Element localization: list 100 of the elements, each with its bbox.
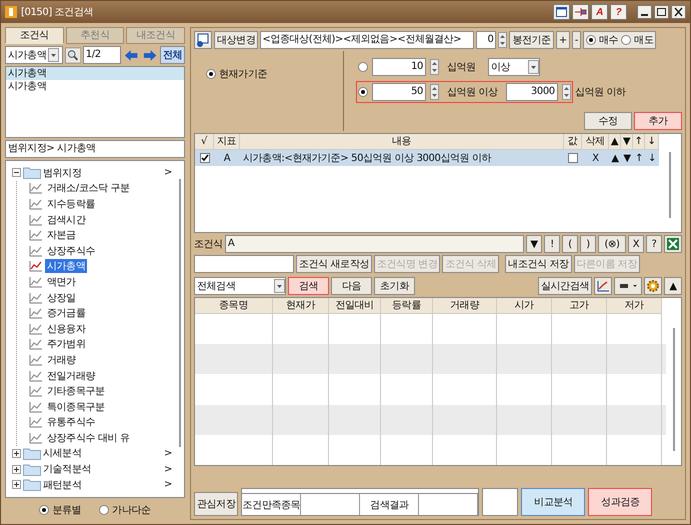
realtime-search-button[interactable]: 실시간검색 [538, 277, 592, 295]
collapse-icon[interactable] [12, 168, 21, 178]
operator-button[interactable]: (⊗) [598, 235, 626, 253]
spinner-icon[interactable] [430, 59, 439, 75]
compare-button[interactable]: 비교분석 [521, 488, 586, 516]
condition-dropdown[interactable]: 시가총액 [5, 46, 63, 64]
add-button[interactable]: 추가 [634, 112, 682, 130]
action-button[interactable]: 조건식 새로작성 [296, 255, 372, 273]
tree-folder[interactable]: 범위지정 [43, 166, 82, 180]
checkbox[interactable] [568, 153, 578, 163]
search-icon[interactable] [64, 46, 81, 64]
scrollbar[interactable] [179, 179, 181, 447]
chart-icon[interactable] [594, 277, 612, 295]
move-down-button[interactable]: ▼ [621, 150, 633, 166]
scope-dropdown[interactable]: 전체검색 [194, 277, 286, 295]
plus-button[interactable]: + [556, 31, 570, 49]
search-button[interactable]: 다음 [331, 277, 372, 295]
delete-button[interactable]: X [582, 150, 609, 166]
operator-button[interactable]: ▼ [526, 235, 542, 253]
radio-label[interactable]: 현재가기준 [219, 67, 268, 81]
move-top-button[interactable]: ↑ [633, 150, 645, 166]
tree-item[interactable]: 상장주식수 [45, 244, 98, 258]
tree-folder[interactable]: 패턴분석 [43, 478, 82, 492]
maximize-icon[interactable] [654, 5, 669, 19]
move-up-button[interactable]: ▲ [609, 150, 621, 166]
radio-button[interactable] [358, 87, 368, 97]
tree-folder[interactable]: 기술적분석 [43, 462, 92, 476]
pin-button[interactable] [572, 4, 589, 20]
list-item[interactable]: 시가총액 [6, 80, 184, 93]
condition-name-field[interactable] [194, 255, 294, 273]
basis-button[interactable]: 봉전기준 [509, 31, 554, 49]
operator-button[interactable]: ( [562, 235, 578, 253]
tree-item[interactable]: 주가범위 [45, 337, 88, 352]
tree-item[interactable]: 기타종목구분 [45, 384, 107, 398]
radio-button[interactable] [99, 505, 110, 515]
tree-item[interactable]: 증거금률 [45, 306, 88, 320]
spreadsheet-icon[interactable] [664, 235, 682, 253]
verify-button[interactable]: 성과검증 [588, 488, 652, 516]
radio-label[interactable]: 매도 [634, 33, 654, 47]
tree-item[interactable]: 상장일 [45, 290, 78, 305]
checkbox[interactable] [200, 153, 210, 163]
minimize-icon[interactable] [637, 5, 652, 19]
edit-button[interactable]: 수정 [584, 112, 632, 130]
tree-item[interactable]: 지수등락률 [45, 196, 98, 211]
radio-button[interactable] [358, 62, 368, 72]
target-icon[interactable] [194, 31, 212, 49]
toolbar-button[interactable]: ? [610, 4, 627, 20]
tree-item[interactable]: 특이종목구분 [45, 400, 107, 414]
page-field[interactable]: 1/2 [82, 46, 122, 64]
target-change-button[interactable]: 대상변경 [214, 31, 258, 49]
collapse-button[interactable]: ▲ [664, 277, 682, 295]
radio-button[interactable] [206, 69, 216, 79]
number-field[interactable]: 10 [372, 58, 426, 76]
spinner-icon[interactable] [498, 32, 508, 48]
tree-item[interactable]: 자본금 [45, 228, 78, 242]
spinner-icon[interactable] [430, 84, 439, 100]
search-button[interactable]: 초기화 [374, 277, 415, 295]
tree-item[interactable]: 액면가 [45, 274, 78, 289]
save-watchlist-button[interactable]: 관심저장 [194, 492, 238, 516]
tab[interactable]: 조건식 [5, 27, 64, 44]
tree-item[interactable]: 검색시간 [45, 212, 88, 227]
radio-label[interactable]: 가나다순 [112, 503, 151, 517]
close-icon[interactable] [671, 5, 686, 19]
expand-icon[interactable] [12, 448, 21, 458]
move-bottom-button[interactable]: ↓ [645, 150, 659, 166]
radio-button[interactable] [586, 35, 596, 45]
action-button[interactable]: 내조건식 저장 [505, 255, 572, 273]
list-item[interactable]: 시가총액 [6, 67, 184, 80]
operator-button[interactable]: X [628, 235, 644, 253]
tree-item[interactable]: 거래소/코스닥 구분 [45, 181, 132, 196]
operator-button[interactable]: ) [580, 235, 596, 253]
radio-label[interactable]: 매수 [599, 33, 618, 47]
comparison-dropdown[interactable]: 이상 [488, 58, 540, 76]
window-button[interactable] [553, 4, 570, 20]
scrollbar[interactable] [672, 328, 674, 451]
operator-button[interactable]: ! [544, 235, 560, 253]
tree-item[interactable]: 거래량 [45, 352, 78, 367]
number-field[interactable]: 3000 [506, 83, 558, 101]
gear-icon[interactable] [644, 277, 662, 295]
minus-button[interactable]: - [572, 31, 582, 49]
tree-item[interactable]: 전일거래량 [45, 368, 98, 383]
spinner-icon[interactable] [562, 84, 571, 100]
tree-item[interactable]: 신용융자 [45, 322, 88, 336]
radio-button[interactable] [621, 35, 632, 45]
color-dropdown-icon[interactable] [614, 277, 642, 295]
count-field[interactable]: 0 [476, 31, 496, 49]
operator-button[interactable]: ? [646, 235, 662, 253]
expand-icon[interactable] [12, 480, 21, 490]
search-button[interactable]: 검색 [288, 277, 329, 295]
all-button[interactable]: 전체 [160, 46, 185, 64]
expand-icon[interactable] [12, 464, 21, 474]
target-field[interactable]: <업종대상(전체)><제외없음><전체월결산> [260, 31, 474, 49]
scrollbar[interactable] [669, 152, 671, 218]
formula-field[interactable]: A [224, 235, 524, 253]
radio-button[interactable] [39, 505, 50, 515]
tree-folder[interactable]: 시세분석 [43, 446, 82, 460]
tree-item[interactable]: 유통주식수 [45, 415, 98, 430]
radio-label[interactable]: 분류별 [52, 503, 82, 517]
tree-item[interactable]: 상장주식수 대비 유 [45, 430, 132, 445]
tree-item[interactable]: 시가총액 [45, 259, 88, 274]
